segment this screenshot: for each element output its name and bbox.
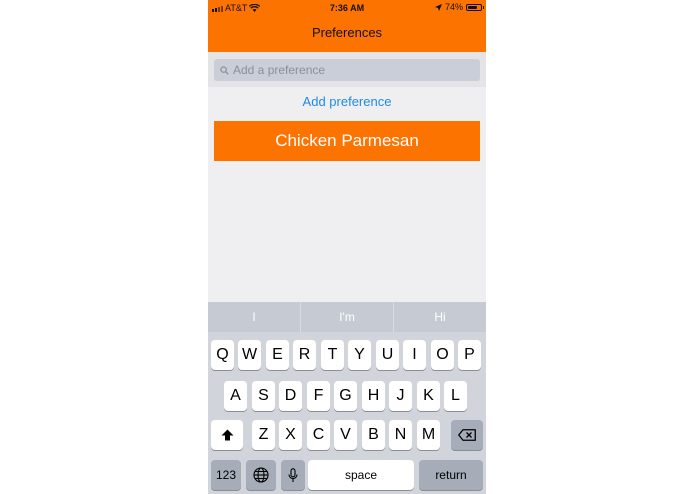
battery-percent: 74% <box>444 2 463 12</box>
key-t[interactable]: T <box>321 340 344 370</box>
battery-icon <box>466 3 484 11</box>
key-x[interactable]: X <box>279 420 302 450</box>
backspace-icon <box>458 429 476 441</box>
dictation-key[interactable] <box>281 460 305 490</box>
status-right: 74% <box>434 2 484 12</box>
return-key[interactable]: return <box>419 460 483 490</box>
key-q[interactable]: Q <box>211 340 234 370</box>
key-z[interactable]: Z <box>252 420 275 450</box>
globe-key[interactable] <box>246 460 276 490</box>
key-d[interactable]: D <box>279 381 302 411</box>
key-i[interactable]: I <box>403 340 426 370</box>
key-b[interactable]: B <box>362 420 385 450</box>
shift-arrow-icon <box>221 429 233 441</box>
space-key[interactable]: space <box>308 460 414 490</box>
key-c[interactable]: C <box>307 420 330 450</box>
search-field[interactable] <box>214 59 480 81</box>
key-p[interactable]: P <box>458 340 481 370</box>
microphone-icon <box>288 467 298 482</box>
phone-screen: AT&T 7:36 AM 74% Preferences Add a prefe… <box>208 0 486 494</box>
key-m[interactable]: M <box>417 420 440 450</box>
key-a[interactable]: A <box>224 381 247 411</box>
add-preference-button[interactable]: Add preference <box>208 94 486 109</box>
shift-key[interactable] <box>211 420 243 450</box>
suggestion-item[interactable]: I'm <box>300 302 393 332</box>
key-o[interactable]: O <box>431 340 454 370</box>
numbers-key[interactable]: 123 <box>211 460 241 490</box>
key-f[interactable]: F <box>307 381 330 411</box>
key-e[interactable]: E <box>266 340 289 370</box>
key-h[interactable]: H <box>362 381 385 411</box>
key-u[interactable]: U <box>376 340 399 370</box>
search-icon <box>220 65 229 75</box>
status-bar: AT&T 7:36 AM 74% <box>208 0 486 16</box>
key-s[interactable]: S <box>252 381 275 411</box>
key-w[interactable]: W <box>238 340 261 370</box>
suggestion-item[interactable]: I <box>208 302 300 332</box>
key-v[interactable]: V <box>334 420 357 450</box>
keyboard: I I'm Hi Q W E R T Y U I O P A S D F G H… <box>208 302 486 494</box>
suggestion-bar: I I'm Hi <box>208 302 486 332</box>
key-k[interactable]: K <box>417 381 440 411</box>
key-g[interactable]: G <box>334 381 357 411</box>
search-input[interactable] <box>233 63 453 77</box>
preference-item[interactable]: Chicken Parmesan <box>214 121 480 161</box>
page-title: Preferences <box>311 25 383 40</box>
globe-icon <box>253 467 269 483</box>
delete-key[interactable] <box>451 420 483 450</box>
key-y[interactable]: Y <box>348 340 371 370</box>
nav-bar: AT&T 7:36 AM 74% Preferences <box>208 0 486 52</box>
key-l[interactable]: L <box>444 381 467 411</box>
location-arrow-icon <box>434 3 442 11</box>
key-j[interactable]: J <box>389 381 412 411</box>
key-r[interactable]: R <box>293 340 316 370</box>
suggestion-item[interactable]: Hi <box>393 302 486 332</box>
key-n[interactable]: N <box>389 420 412 450</box>
search-bar <box>208 52 486 87</box>
